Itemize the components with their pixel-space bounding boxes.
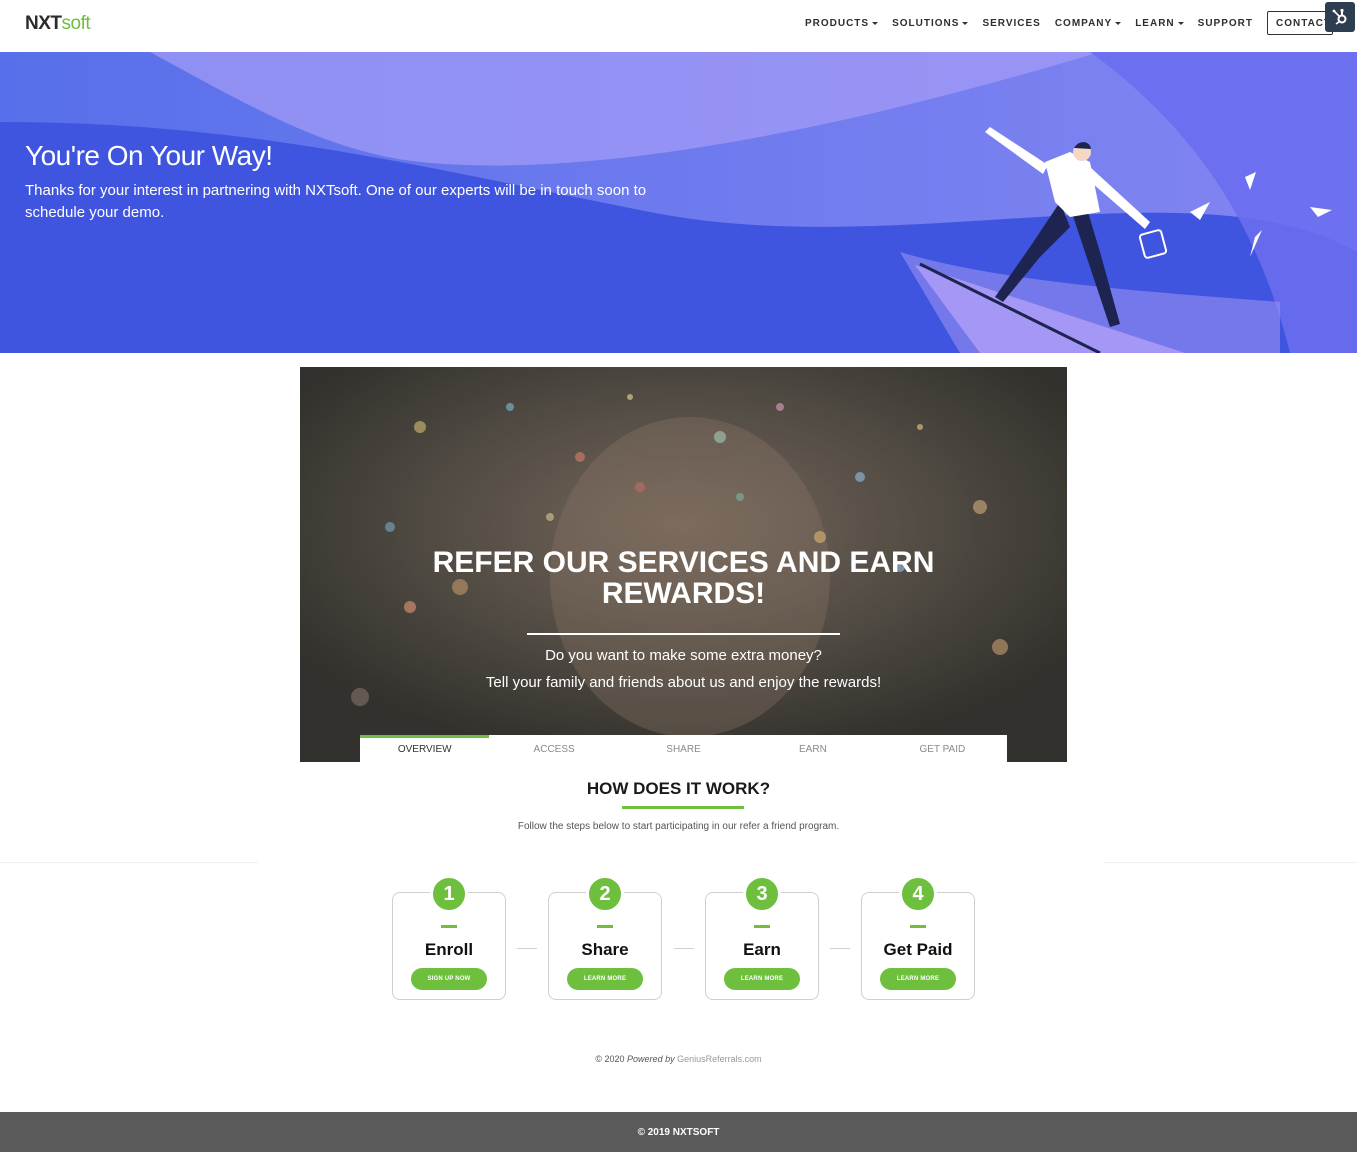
step-label: Earn [743, 940, 781, 959]
hero-text: Thanks for your interest in partnering w… [25, 182, 647, 221]
hero-title: You're On Your Way! [25, 140, 273, 171]
banner-title: REFER OUR SERVICES AND EARN REWARDS! [432, 546, 935, 610]
tab-access[interactable]: ACCESS [489, 735, 618, 762]
powered-by-line: © 2020 Powered by GeniusReferrals.com [0, 1054, 1357, 1064]
step-number-badge: 3 [743, 875, 781, 913]
share-learn-more-button[interactable]: LEARN MORE [567, 968, 643, 990]
step-card-get-paid: 4 Get Paid LEARN MORE [861, 875, 975, 1000]
step-label: Share [581, 940, 629, 959]
nav-services[interactable]: SERVICES [982, 18, 1040, 29]
nav-company[interactable]: COMPANY [1054, 17, 1122, 29]
step-connector [830, 948, 850, 949]
nav-support-label: SUPPORT [1197, 17, 1253, 29]
main-menu: PRODUCTS SOLUTIONS SERVICES COMPANY LEAR… [791, 0, 1333, 46]
step-connector [674, 948, 694, 949]
step-dash [441, 925, 457, 928]
step-connector [517, 948, 537, 949]
tab-get-paid[interactable]: GET PAID [878, 735, 1007, 762]
banner-question: Do you want to make some extra money? [545, 647, 822, 664]
nav-services-label: SERVICES [982, 17, 1041, 29]
nav-learn-label: LEARN [1135, 17, 1175, 29]
how-title-underline [622, 806, 744, 809]
nav-products[interactable]: PRODUCTS [804, 17, 879, 29]
nav-company-label: COMPANY [1054, 17, 1113, 29]
hero-section: You're On Your Way! Thanks for your inte… [0, 52, 1357, 353]
step-dash [910, 925, 926, 928]
page: NXTsoft PRODUCTS SOLUTIONS SERVICES COMP… [0, 0, 1357, 1152]
step-card-earn: 3 Earn LEARN MORE [705, 875, 819, 1000]
how-title: HOW DOES IT WORK? [586, 779, 771, 798]
tab-earn[interactable]: EARN [748, 735, 877, 762]
earn-learn-more-button[interactable]: LEARN MORE [724, 968, 800, 990]
nav-products-label: PRODUCTS [804, 17, 870, 29]
step-dash [597, 925, 613, 928]
step-number-badge: 1 [430, 875, 468, 913]
tab-overview[interactable]: OVERVIEW [360, 735, 490, 762]
contact-label: CONTACT [1276, 17, 1332, 29]
caret-down-icon [962, 21, 969, 25]
genius-referrals-link[interactable]: GeniusReferrals.com [677, 1054, 762, 1064]
program-tabs: OVERVIEW ACCESS SHARE EARN GET PAID [360, 735, 1007, 762]
banner-subtitle: Tell your family and friends about us an… [485, 674, 882, 691]
caret-down-icon [872, 21, 879, 25]
top-navbar: NXTsoft PRODUCTS SOLUTIONS SERVICES COMP… [0, 0, 1357, 52]
logo-nxt: NXT [25, 13, 62, 34]
step-number-badge: 2 [586, 875, 624, 913]
step-card-enroll: 1 Enroll SIGN UP NOW [392, 875, 506, 1000]
site-footer: © 2019 NXTSOFT [0, 1112, 1357, 1152]
contact-button[interactable]: CONTACT [1267, 11, 1333, 35]
footer-copyright: © 2019 NXTSOFT [637, 1127, 720, 1138]
caret-down-icon [1177, 21, 1184, 25]
powered-copyright: © 2020 [595, 1054, 625, 1064]
caret-down-icon [1115, 21, 1122, 25]
banner-divider [527, 633, 840, 635]
tab-share[interactable]: SHARE [619, 735, 748, 762]
how-subtitle: Follow the steps below to start particip… [517, 821, 840, 832]
powered-by-text: Powered by [627, 1054, 675, 1064]
hubspot-sprocket-icon[interactable] [1325, 2, 1355, 32]
step-label: Get Paid [883, 940, 953, 959]
step-dash [754, 925, 770, 928]
nxtsoft-logo[interactable]: NXTsoft [25, 13, 91, 35]
nav-solutions-label: SOLUTIONS [892, 17, 960, 29]
get-paid-learn-more-button[interactable]: LEARN MORE [880, 968, 956, 990]
nav-solutions[interactable]: SOLUTIONS [892, 17, 969, 29]
sign-up-now-button[interactable]: SIGN UP NOW [411, 968, 487, 990]
step-card-share: 2 Share LEARN MORE [548, 875, 662, 1000]
nav-learn[interactable]: LEARN [1135, 17, 1184, 29]
step-label: Enroll [424, 940, 474, 959]
nav-support[interactable]: SUPPORT [1198, 18, 1253, 29]
section-divider-right [1104, 862, 1357, 863]
logo-soft: soft [61, 13, 91, 34]
step-number-badge: 4 [899, 875, 937, 913]
referral-banner: REFER OUR SERVICES AND EARN REWARDS! Do … [300, 367, 1067, 762]
section-divider-left [0, 862, 258, 863]
